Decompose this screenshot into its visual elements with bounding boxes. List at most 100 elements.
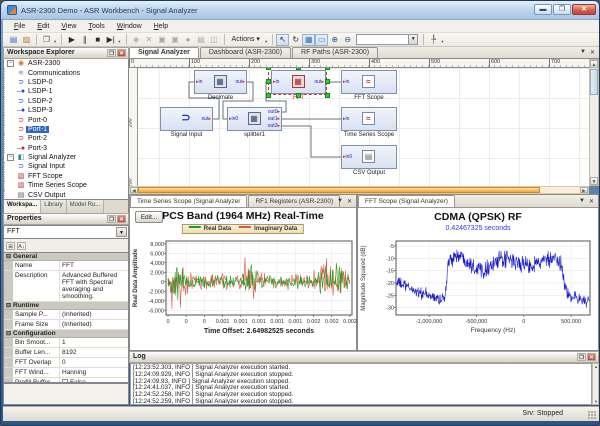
tree-item-port-1[interactable]: ⊃ Port-1: [4, 124, 128, 135]
port-out0[interactable]: out0▸: [268, 109, 280, 115]
tree-item-time-series-scope[interactable]: ▧ Time Series Scope: [4, 181, 128, 191]
pause-icon[interactable]: ∥: [78, 34, 91, 46]
property-row[interactable]: Name FFT: [4, 261, 128, 271]
close-tab-icon[interactable]: ✕: [589, 198, 594, 205]
expander-icon[interactable]: −: [7, 154, 14, 162]
scroll-up-icon[interactable]: ▲: [594, 364, 598, 369]
selection-handle[interactable]: [266, 79, 271, 84]
dock-icon[interactable]: ❐: [107, 215, 116, 223]
overflow-icon[interactable]: ▾: [441, 39, 443, 45]
screen-icon[interactable]: ▭: [315, 33, 329, 46]
selection-handle[interactable]: [266, 68, 271, 70]
overflow-icon[interactable]: ▾: [54, 39, 56, 45]
close-button[interactable]: ✕: [572, 4, 596, 15]
selection-handle[interactable]: [266, 93, 271, 98]
menu-tools[interactable]: Tools: [83, 22, 109, 31]
property-group-runtime[interactable]: ⊟ Runtime: [4, 302, 128, 310]
run-icon[interactable]: ▶: [65, 34, 78, 46]
close-panel-icon[interactable]: ✕: [117, 215, 126, 223]
property-row[interactable]: Description Advanced Buffered FFT with Sp…: [4, 271, 128, 302]
chevron-down-icon[interactable]: ▼: [116, 227, 127, 237]
tree-item-lsdp-1[interactable]: –● LSDP-1: [4, 87, 128, 97]
rotate-icon[interactable]: ↻: [289, 34, 302, 46]
categorized-icon[interactable]: ⊞: [6, 241, 15, 250]
property-group-configuration[interactable]: ⊟ Configuration: [4, 330, 128, 338]
step-icon[interactable]: ▶|: [104, 34, 117, 46]
diagram-horizontal-scrollbar[interactable]: ◀ ▶: [129, 186, 589, 194]
tree-item-lsdp-2[interactable]: ⊃ LSDP-2: [4, 96, 128, 106]
close-panel-icon[interactable]: ✕: [117, 49, 126, 57]
scroll-right-icon[interactable]: ▶: [580, 187, 588, 193]
scroll-down-icon[interactable]: ▼: [594, 399, 598, 404]
doc-tab-rf-paths-asr-2300-[interactable]: RF Paths (ASR-2300): [292, 47, 379, 58]
chevron-down-icon[interactable]: ▼: [408, 35, 418, 44]
tree-item-signal-analyzer[interactable]: − ◧ Signal Analyzer: [4, 153, 128, 162]
pointer-icon[interactable]: ↖: [276, 33, 290, 46]
scroll-down-icon[interactable]: ▼: [590, 177, 598, 185]
export-image-icon[interactable]: ▨: [20, 34, 33, 46]
port-in0[interactable]: ▸in0: [229, 116, 238, 122]
window-layout-icon[interactable]: ❐: [40, 34, 53, 46]
selection-handle[interactable]: [325, 93, 330, 98]
tree-item-port-2[interactable]: ⊃ Port-2: [4, 134, 128, 144]
tree-item-fft-scope[interactable]: ▧ FFT Scope: [4, 171, 128, 182]
save-icon[interactable]: ▤: [7, 34, 20, 46]
tree-item-asr-2300[interactable]: − ◉ ASR-2300: [4, 59, 128, 68]
tree-item-communications[interactable]: ≋ Communications: [4, 68, 128, 78]
port-in[interactable]: ▸in: [196, 79, 202, 85]
port-out2[interactable]: out2▸: [268, 123, 280, 129]
connector-icon[interactable]: ╄: [427, 34, 440, 46]
block-csv-output[interactable]: ▤ ▸in0: [341, 145, 397, 169]
panel-tab-2[interactable]: Model Ru...: [66, 200, 105, 213]
menu-edit[interactable]: Edit: [32, 22, 54, 31]
doc-tab-dashboard-asr-2300-[interactable]: Dashboard (ASR-2300): [199, 47, 292, 58]
close-tab-icon[interactable]: ✕: [347, 198, 352, 205]
stop-icon[interactable]: ■: [91, 34, 104, 46]
panel-tab-0[interactable]: Workspa...: [4, 200, 42, 213]
maximize-button[interactable]: ❐: [553, 4, 571, 15]
doc-tab-signal-analyzer[interactable]: Signal Analyzer: [129, 47, 199, 58]
zoom-in-icon[interactable]: ⊕: [328, 34, 341, 46]
property-row[interactable]: Buffer Len... 8192: [4, 348, 128, 358]
dock-icon[interactable]: ❐: [107, 49, 116, 57]
block-decimate[interactable]: ▦ ▸in out▸: [194, 70, 247, 94]
port-in0[interactable]: ▸in0: [343, 154, 352, 160]
property-row[interactable]: Frame Size (Inherited): [4, 320, 128, 330]
pin-icon[interactable]: ▼: [579, 198, 585, 205]
port-in[interactable]: ▸in: [343, 79, 349, 85]
sort-az-icon[interactable]: A↓: [17, 241, 26, 250]
dock-icon[interactable]: ❐: [577, 353, 586, 361]
tree-item-port-0[interactable]: ⊃ Port-0: [4, 115, 128, 125]
pane-tab-fft-scope-signal-analyzer-[interactable]: FFT Scope (Signal Analyzer): [358, 195, 455, 207]
pane-tab-rf1-registers-asr-2300-[interactable]: RF1 Registers (ASR-2300): [248, 195, 341, 207]
overflow-icon[interactable]: ▾: [118, 39, 120, 45]
block-time-series-scope[interactable]: ≈ ▸in: [341, 107, 397, 131]
menu-view[interactable]: View: [56, 22, 81, 31]
menu-file[interactable]: File: [9, 22, 30, 31]
resize-grip[interactable]: [587, 410, 596, 419]
tree-item-port-3[interactable]: –● Port-3: [4, 143, 128, 153]
title-bar[interactable]: ASR-2300 Demo - ASR Workbench - Signal A…: [1, 1, 599, 20]
grid-icon[interactable]: ▦: [302, 33, 316, 46]
close-tab-icon[interactable]: ✕: [590, 49, 595, 56]
scroll-left-icon[interactable]: ◀: [130, 187, 138, 193]
panel-tab-1[interactable]: Library: [41, 200, 67, 213]
tree-item-signal-input[interactable]: ⊃ Signal Input: [4, 162, 128, 172]
scrollbar-thumb[interactable]: [138, 187, 540, 193]
port-out1[interactable]: out1▸: [268, 116, 280, 122]
block-fft-scope[interactable]: ≈ ▸in: [341, 70, 397, 94]
menu-help[interactable]: Help: [149, 22, 173, 31]
property-row[interactable]: Bin Smoot... 1: [4, 338, 128, 348]
selection-handle[interactable]: [295, 93, 301, 98]
pin-icon[interactable]: ▼: [580, 49, 586, 56]
zoom-combo-box[interactable]: ▼: [356, 34, 419, 45]
property-row[interactable]: FFT Wind... Hanning: [4, 368, 128, 378]
block-splitter1[interactable]: ▦ ▸in0 out0▸ out1▸ out2▸: [227, 107, 282, 131]
close-panel-icon[interactable]: ✕: [587, 353, 596, 361]
pane-tab-time-series-scope-signal-analy[interactable]: Time Series Scope (Signal Analyzer: [130, 195, 248, 207]
minimize-button[interactable]: ▬: [534, 4, 552, 15]
collapse-icon[interactable]: ⊟: [4, 302, 13, 309]
property-row[interactable]: FFT Overlap 0: [4, 358, 128, 368]
scroll-up-icon[interactable]: ▲: [590, 60, 598, 68]
actions-button[interactable]: Actions ▾: [228, 34, 264, 46]
